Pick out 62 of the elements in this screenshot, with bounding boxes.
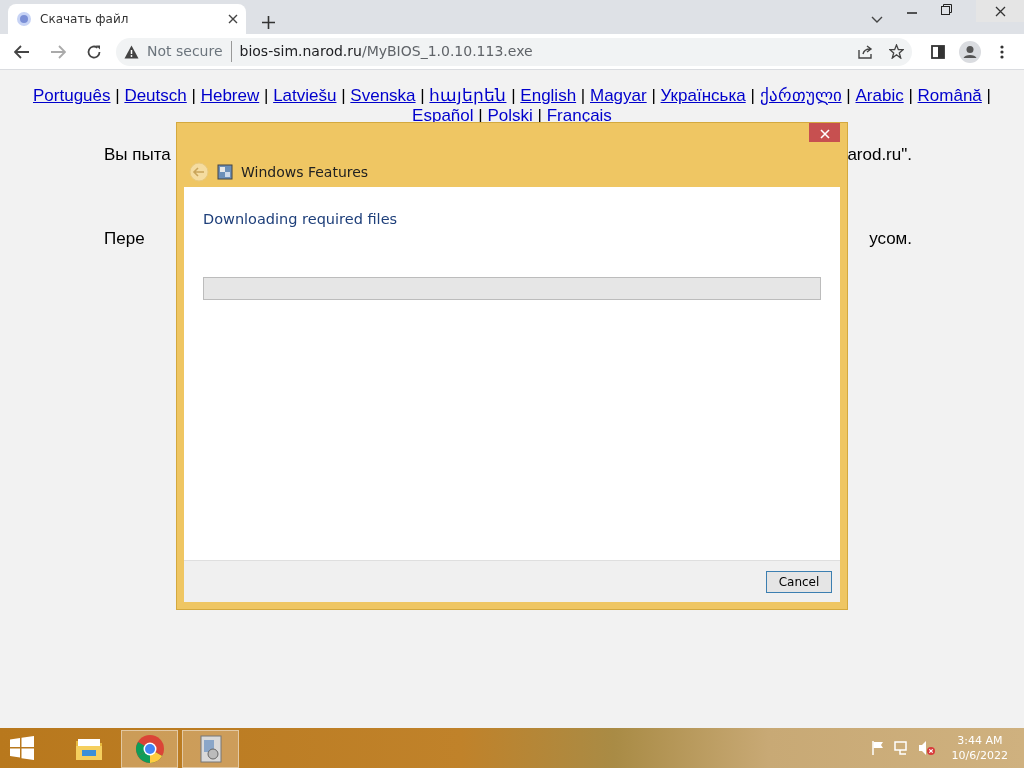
restore-icon[interactable]	[941, 4, 952, 15]
separator-text: |	[191, 86, 196, 105]
language-link[interactable]: Arabic	[855, 86, 904, 105]
separator-text: |	[846, 86, 851, 105]
dialog-title: Windows Features	[241, 162, 369, 182]
close-icon	[994, 5, 1006, 17]
separator-text: |	[264, 86, 269, 105]
language-link[interactable]: ქართული	[759, 86, 842, 105]
muted-volume-icon[interactable]	[917, 740, 936, 756]
close-icon	[819, 128, 830, 139]
paragraph-text: усом.	[869, 227, 912, 250]
language-link[interactable]: English	[520, 86, 577, 105]
dialog-heading: Downloading required files	[203, 210, 399, 229]
new-tab-icon[interactable]	[262, 16, 275, 29]
separator-text: |	[580, 86, 586, 105]
separator-text: |	[341, 86, 346, 105]
close-icon[interactable]	[228, 14, 238, 24]
language-link[interactable]: Deutsch	[124, 86, 187, 105]
separator-text: |	[511, 86, 516, 105]
forward-arrow-icon	[50, 44, 66, 59]
warning-icon	[124, 44, 139, 59]
reload-icon	[86, 43, 102, 60]
address-bar[interactable]: Not secure bios-sim.narod.ru/MyBIOS_1.0.10.113.exe	[116, 37, 912, 66]
close-button[interactable]	[809, 123, 840, 142]
menu-icon	[1000, 44, 1004, 59]
tab-title: Скачать файл	[40, 11, 130, 28]
language-link[interactable]: Español	[412, 106, 474, 125]
profile-icon	[959, 40, 981, 63]
close-window-button[interactable]	[976, 0, 1024, 22]
separator-text: |	[750, 86, 755, 105]
url-text: bios-sim.narod.ru/MyBIOS_1.0.10.113.exe	[239, 42, 533, 61]
language-link[interactable]: Magyar	[590, 86, 647, 105]
separator-text: |	[420, 86, 425, 105]
separator-text: |	[986, 86, 991, 105]
separator-text: |	[908, 86, 913, 105]
share-icon[interactable]	[858, 44, 873, 59]
language-link[interactable]: հայերեն	[429, 86, 507, 105]
installer-icon[interactable]	[182, 729, 239, 768]
separator-text: |	[651, 86, 656, 105]
paragraph-text: Вы пыта	[104, 144, 171, 166]
security-label: Not secure	[147, 41, 232, 62]
chevron-down-icon[interactable]	[871, 16, 883, 24]
language-link[interactable]: Latviešu	[273, 86, 337, 105]
language-link[interactable]: Hebrew	[200, 86, 260, 105]
browser-tab[interactable]: Скачать файл	[8, 4, 246, 34]
language-link[interactable]: Svenska	[350, 86, 416, 105]
language-link[interactable]: Polski	[487, 106, 533, 125]
star-icon[interactable]	[889, 44, 904, 59]
language-link[interactable]: Português	[33, 86, 111, 105]
language-link[interactable]: Українська	[660, 86, 746, 105]
app-icon	[217, 164, 233, 180]
language-link[interactable]: Română	[917, 86, 982, 105]
paragraph-text: Пере	[104, 227, 145, 250]
language-link[interactable]: Français	[546, 106, 612, 125]
browser-icon[interactable]	[121, 729, 178, 768]
paragraph-text: arod.ru".	[847, 144, 912, 166]
side-panel-icon	[931, 44, 945, 59]
cancel-button[interactable]: Cancel	[766, 570, 832, 593]
back-arrow-icon	[14, 44, 30, 59]
start-icon[interactable]	[8, 736, 36, 760]
separator-text: |	[115, 86, 120, 105]
site-icon	[16, 11, 32, 27]
